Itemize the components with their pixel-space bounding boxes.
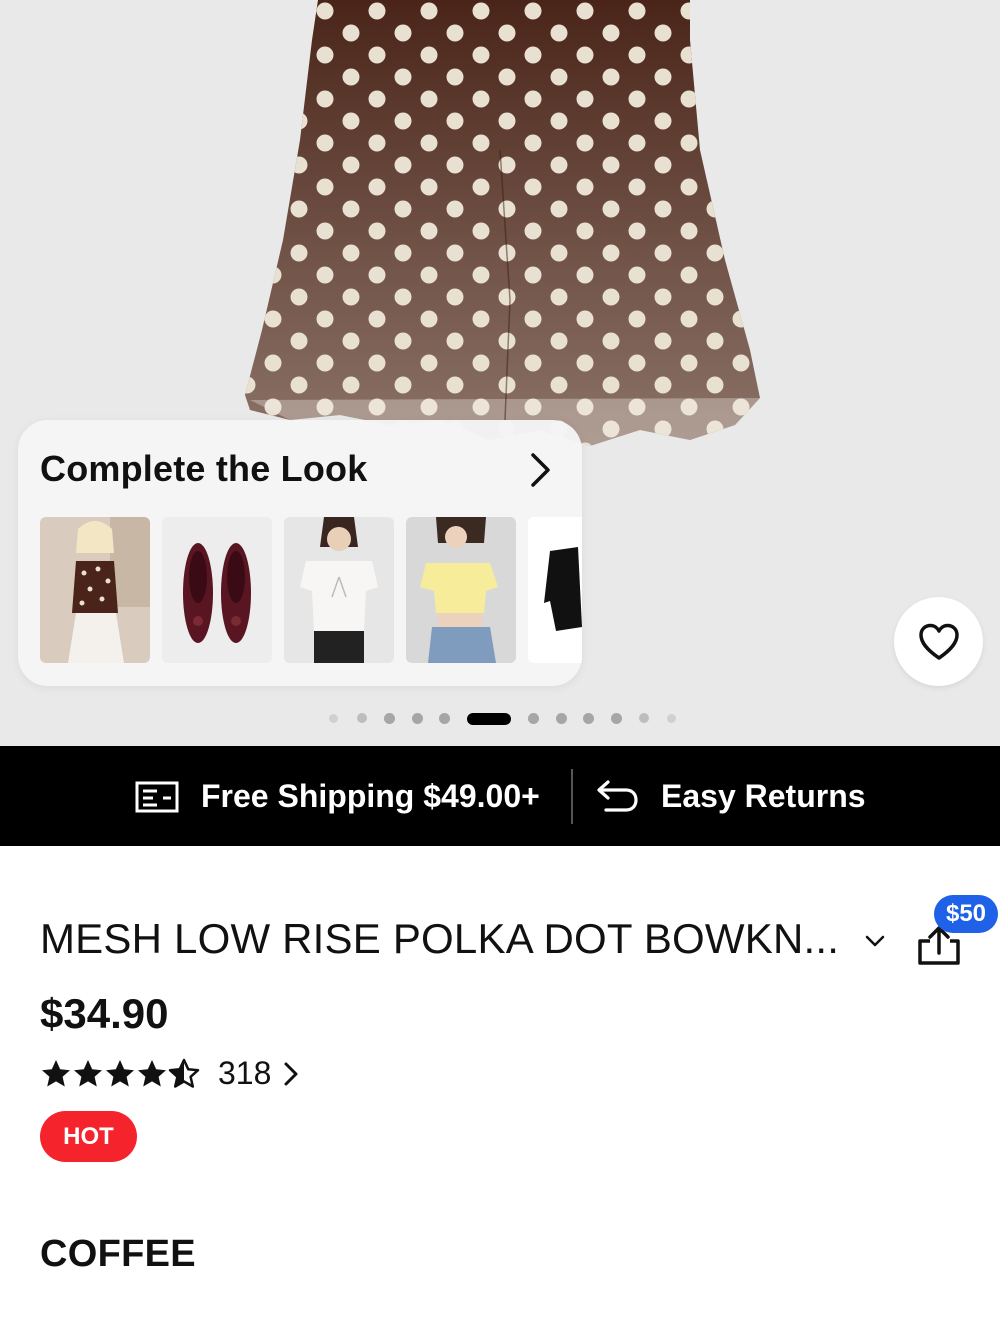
look-item-thumbnail[interactable] (162, 517, 272, 663)
carousel-dot[interactable] (412, 713, 423, 724)
carousel-dot[interactable] (639, 713, 649, 723)
review-count[interactable]: 318 (218, 1055, 271, 1092)
carousel-dot[interactable] (611, 713, 622, 724)
chevron-down-icon[interactable] (864, 934, 886, 948)
carousel-dot[interactable] (439, 713, 450, 724)
star-icon (138, 1060, 166, 1087)
carousel-dot[interactable] (528, 713, 539, 724)
product-image-gallery[interactable]: Complete the Look (0, 0, 1000, 746)
free-shipping-text: Free Shipping $49.00+ (201, 778, 540, 814)
star-icon (42, 1060, 70, 1087)
wishlist-button[interactable] (894, 597, 983, 686)
carousel-dot[interactable] (583, 713, 594, 724)
shipping-icon (135, 781, 179, 813)
complete-the-look-thumbnails (40, 517, 582, 663)
product-price: $34.90 (40, 990, 169, 1037)
selected-color-name: COFFEE (40, 1233, 196, 1275)
carousel-dot-active[interactable] (467, 713, 511, 725)
carousel-dot[interactable] (357, 713, 367, 723)
star-icon (74, 1060, 102, 1087)
complete-the-look-title: Complete the Look (40, 448, 368, 489)
easy-returns-text: Easy Returns (661, 778, 866, 814)
carousel-indicator (0, 712, 1000, 726)
product-title[interactable]: MESH LOW RISE POLKA DOT BOWKN... (40, 915, 839, 963)
carousel-dot[interactable] (667, 714, 676, 723)
look-item-thumbnail[interactable] (528, 517, 582, 663)
coupon-badge[interactable]: $50 (934, 895, 998, 933)
carousel-dot[interactable] (329, 714, 338, 723)
star-rating-icons (42, 1058, 200, 1088)
hot-badge: HOT (40, 1111, 137, 1162)
return-icon (597, 780, 638, 812)
heart-icon (918, 623, 959, 660)
chevron-right-icon[interactable] (524, 450, 556, 490)
banner-divider (571, 769, 573, 824)
chevron-right-icon[interactable] (282, 1060, 300, 1088)
star-icon (106, 1060, 134, 1087)
look-item-thumbnail[interactable] (406, 517, 516, 663)
carousel-dot[interactable] (384, 713, 395, 724)
look-item-thumbnail[interactable] (40, 517, 150, 663)
complete-the-look-card[interactable]: Complete the Look (18, 420, 582, 686)
look-item-thumbnail[interactable] (284, 517, 394, 663)
carousel-dot[interactable] (556, 713, 567, 724)
shipping-returns-banner[interactable]: Free Shipping $49.00+ Easy Returns (0, 746, 1000, 846)
rating-stars[interactable] (40, 1056, 200, 1092)
